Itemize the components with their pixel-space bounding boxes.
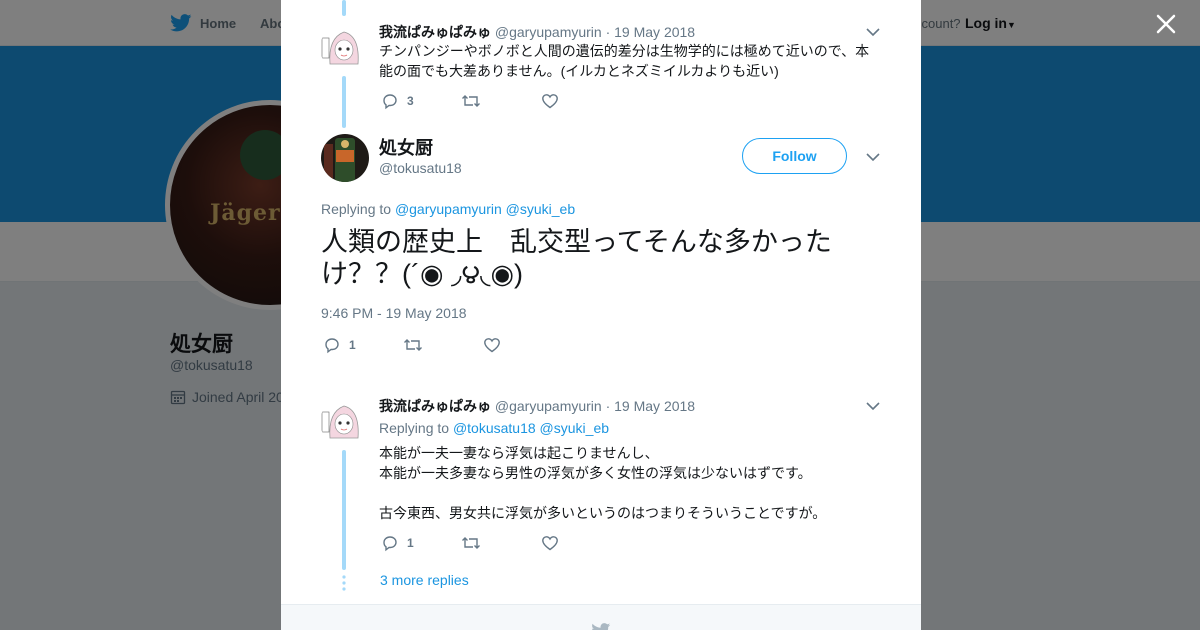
tweet-author-handle[interactable]: @garyupamyurin — [495, 24, 602, 40]
tweet-header: 我流ぱみゅぱみゅ @garyupamyurin · 19 May 2018 — [379, 22, 695, 42]
follow-button[interactable]: Follow — [742, 138, 847, 174]
retweet-icon — [462, 537, 480, 549]
like-button[interactable] — [541, 534, 621, 552]
reply-icon — [383, 94, 397, 110]
avatar[interactable] — [320, 398, 368, 446]
thread-line — [342, 76, 346, 128]
reply-count: 1 — [349, 338, 356, 352]
retweet-button[interactable] — [403, 336, 483, 354]
tweet-text-line: 本能が一夫一妻なら浮気は起こりませんし、 — [379, 445, 659, 461]
chevron-down-icon[interactable] — [865, 149, 881, 165]
tweet-text: チンパンジーやボノボと人間の遺伝的差分は生物学的には極めて近いので、本能の面でも… — [379, 43, 870, 79]
reply-button[interactable]: 3 — [381, 92, 461, 110]
main-tweet-timestamp[interactable]: 9:46 PM - 19 May 2018 — [321, 305, 467, 321]
modal-footer — [281, 604, 921, 630]
tweet-text: 本能が一夫一妻なら浮気は起こりませんし、 本能が一夫多妻なら男性の浮気が多く女性… — [379, 443, 899, 523]
replying-link[interactable]: @syuki_eb — [506, 201, 575, 217]
avatar[interactable] — [321, 134, 369, 182]
replying-to: Replying to @garyupamyurin @syuki_eb — [321, 201, 575, 217]
main-tweet-text: 人類の歴史上 乱交型ってそんな多かったけ？？(´◉ ◞౪◟◉) — [321, 227, 832, 289]
retweet-button[interactable] — [461, 92, 541, 110]
like-icon — [542, 94, 558, 109]
chevron-down-icon[interactable] — [865, 24, 881, 40]
tweet-actions: 3 — [381, 92, 621, 110]
main-tweet-author-handle[interactable]: @tokusatu18 — [379, 160, 462, 176]
like-button[interactable] — [483, 336, 563, 354]
tweet-author-name[interactable]: 我流ぱみゅぱみゅ — [379, 398, 491, 414]
tweet-author-handle[interactable]: @garyupamyurin — [495, 398, 602, 414]
like-icon — [542, 536, 558, 551]
retweet-icon — [404, 339, 422, 351]
tweet-author-name[interactable]: 我流ぱみゅぱみゅ — [379, 24, 491, 40]
anime-girl-avatar-image — [320, 398, 368, 446]
tweet-date[interactable]: · 19 May 2018 — [606, 398, 696, 414]
like-button[interactable] — [541, 92, 621, 110]
replying-link[interactable]: @tokusatu18 — [453, 420, 536, 436]
replying-to: Replying to @tokusatu18 @syuki_eb — [379, 420, 609, 436]
jagermeister-avatar-image — [321, 134, 369, 182]
tweet-actions: 1 — [381, 534, 621, 552]
replying-prefix: Replying to — [321, 201, 392, 217]
twitter-bird-icon — [592, 623, 611, 630]
replying-link[interactable]: @syuki_eb — [540, 420, 609, 436]
tweet-date[interactable]: · 19 May 2018 — [606, 24, 696, 40]
like-icon — [484, 338, 500, 353]
replying-prefix: Replying to — [379, 420, 450, 436]
retweet-button[interactable] — [461, 534, 541, 552]
thread-dots — [342, 575, 346, 591]
reply-button[interactable]: 1 — [323, 336, 403, 354]
avatar[interactable] — [320, 24, 368, 72]
close-icon[interactable] — [1152, 10, 1180, 38]
reply-icon — [325, 338, 339, 354]
thread-line — [342, 0, 346, 16]
thread-line — [342, 450, 346, 570]
reply-count: 3 — [407, 94, 414, 108]
replying-link[interactable]: @garyupamyurin — [395, 201, 502, 217]
main-tweet-actions: 1 — [323, 336, 563, 354]
tweet-permalink-modal: 我流ぱみゅぱみゅ @garyupamyurin · 19 May 2018 チン… — [281, 0, 921, 630]
main-tweet-author-name[interactable]: 処女厨 — [379, 134, 433, 160]
tweet-text-line: 本能が一夫多妻なら男性の浮気が多く女性の浮気は少ないはずです。 — [379, 465, 812, 481]
tweet-header: 我流ぱみゅぱみゅ @garyupamyurin · 19 May 2018 — [379, 396, 695, 416]
more-replies-link[interactable]: 3 more replies — [380, 572, 469, 588]
reply-icon — [383, 536, 397, 552]
anime-girl-avatar-image — [320, 24, 368, 72]
tweet-text-line: 古今東西、男女共に浮気が多いというのはつまりそういうことですが。 — [379, 505, 827, 521]
reply-button[interactable]: 1 — [381, 534, 461, 552]
retweet-icon — [462, 95, 480, 107]
reply-count: 1 — [407, 536, 414, 550]
chevron-down-icon[interactable] — [865, 398, 881, 414]
